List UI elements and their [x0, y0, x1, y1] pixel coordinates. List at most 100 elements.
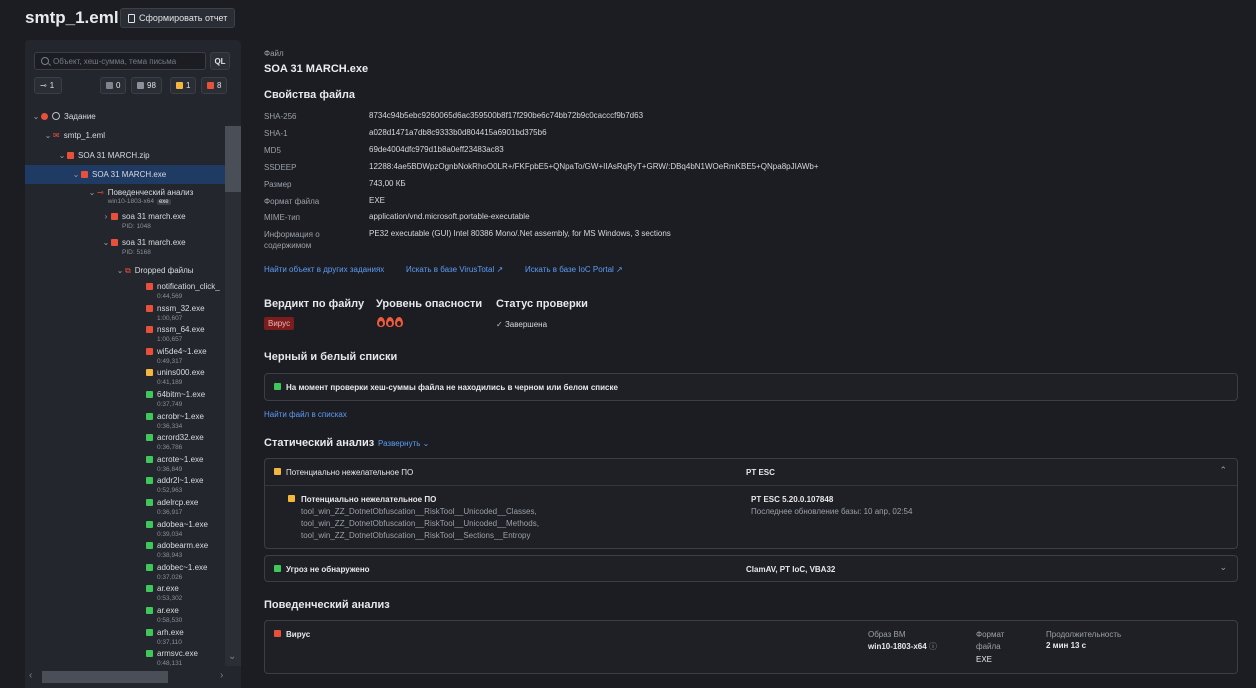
file-name: nssm_64.exe: [157, 325, 205, 335]
duration-value: 2 мин 13 с: [1046, 641, 1087, 650]
file-name: addr2l~1.exe: [157, 476, 204, 486]
static-result-clean[interactable]: Угроз не обнаружено ClamAV, PT IoC, VBA3…: [264, 555, 1238, 582]
danger-level-indicator: [377, 317, 403, 327]
chevron-down-icon[interactable]: ⌄: [101, 238, 111, 247]
red-square-icon: [67, 152, 74, 159]
counter-dangerous[interactable]: 8: [201, 77, 228, 94]
gray-square-icon: [106, 82, 113, 89]
file-name: ar.exe: [157, 606, 179, 615]
behavior-result[interactable]: Вирус Образ ВМ win10-1803-x64 ⓘ Формат ф…: [264, 620, 1238, 674]
expand-link[interactable]: Развернуть ⌄: [378, 439, 429, 448]
chevron-down-icon[interactable]: ⌄: [71, 170, 81, 179]
file-status-icon: [146, 434, 153, 442]
tree-item-process-2[interactable]: ⌄ soa 31 march.exe PID: 5168: [101, 238, 241, 256]
file-status-icon: [146, 412, 153, 420]
file-name: acrote~1.exe: [157, 454, 204, 464]
document-icon: [128, 13, 135, 23]
chevron-right-icon[interactable]: ›: [101, 212, 111, 221]
file-details: Файл SOA 31 MARCH.exe Свойства файла SHA…: [264, 0, 1239, 688]
file-time: 0:38,943: [157, 552, 183, 560]
chevron-down-icon[interactable]: ⌄: [57, 151, 67, 160]
file-name: adelrcp.exe: [157, 498, 199, 507]
property-value: PE32 executable (GUI) Intel 80386 Mono/.…: [369, 229, 671, 238]
file-time: 0:36,849: [157, 465, 183, 473]
file-label: Файл: [264, 49, 284, 58]
chevron-down-icon[interactable]: ⌄: [115, 266, 125, 275]
scrollbar-thumb[interactable]: [225, 126, 241, 192]
property-value: a028d1471a7db8c9333b0d804415a6901bd375b6: [369, 128, 547, 137]
ioc-portal-link[interactable]: Искать в базе IoC Portal ↗: [525, 265, 623, 274]
verdict-badge: Вирус: [264, 317, 295, 330]
chevron-down-icon[interactable]: ⌄: [87, 188, 97, 197]
file-time: 1:00,657: [157, 336, 183, 344]
property-key: SHA-256: [264, 112, 297, 121]
tree-horizontal-scrollbar[interactable]: ‹ ›: [25, 666, 241, 688]
chevron-down-icon[interactable]: ⌄: [31, 112, 41, 121]
file-status-icon: [146, 650, 153, 658]
chevron-down-icon[interactable]: ⌄: [228, 651, 236, 662]
find-in-lists-link[interactable]: Найти файл в списках: [264, 410, 347, 419]
generate-report-button[interactable]: Сформировать отчет: [120, 8, 236, 28]
property-value: 8734c94b5ebc9260065d6ac359500b8f17f290be…: [369, 111, 644, 120]
file-status-icon: [146, 369, 153, 377]
chevron-down-icon[interactable]: ⌄: [43, 131, 53, 140]
info-icon[interactable]: ⓘ: [929, 642, 937, 651]
red-dot-icon: [41, 113, 48, 120]
check-status-title: Статус проверки: [496, 298, 588, 310]
tree-item-dropped[interactable]: ⌄ ⧉ Dropped файлы: [115, 266, 241, 276]
static-result-pua[interactable]: Потенциально нежелательное ПО PT ESC ⌃ П…: [264, 458, 1238, 549]
exe-badge: exe: [156, 198, 171, 205]
tree-icon: ⊸: [40, 81, 47, 90]
property-key: SHA-1: [264, 129, 288, 138]
chevron-left-icon[interactable]: ‹: [29, 670, 32, 681]
red-square-icon: [81, 171, 88, 178]
tree-item-zip[interactable]: ⌄ SOA 31 MARCH.zip: [57, 151, 241, 160]
property-value: 12288:4ae5BDWpzOgnbNokRhoO0LR+/FKFpbE5+Q…: [369, 162, 819, 171]
ql-button[interactable]: QL: [210, 52, 230, 70]
vm-label: Образ ВМ: [868, 630, 906, 639]
counter-suspicious[interactable]: 1: [170, 77, 197, 94]
file-status-icon: [146, 499, 153, 506]
tree-vertical-scrollbar[interactable]: ⌄: [225, 126, 241, 666]
tree-item-process-1[interactable]: › soa 31 march.exe PID: 1048: [101, 212, 241, 230]
file-time: 0:37,110: [157, 638, 182, 646]
counter-unknown[interactable]: 0: [100, 77, 127, 94]
virustotal-link[interactable]: Искать в базе VirusTotal ↗: [406, 265, 503, 274]
red-square-icon: [207, 82, 214, 89]
tree-item-email[interactable]: ⌄ ✉ smtp_1.eml: [43, 131, 241, 140]
file-time: 0:36,786: [157, 444, 183, 452]
find-in-other-tasks-link[interactable]: Найти объект в других заданиях: [264, 265, 384, 274]
clean-title: Угроз не обнаружено: [286, 565, 370, 574]
file-status-icon: [146, 607, 153, 614]
process-tree-icon: ⊸: [97, 188, 104, 197]
tree-item-behavior[interactable]: ⌄ ⊸ Поведенческий анализ win10-1803-x64 …: [87, 188, 241, 205]
file-status-icon: [146, 347, 153, 355]
circle-icon: [52, 112, 60, 120]
verdict-title: Вердикт по файлу: [264, 298, 365, 310]
tree-view-counter[interactable]: ⊸ 1: [34, 77, 62, 94]
file-status-icon: [146, 542, 153, 550]
black-white-list-title: Черный и белый списки: [264, 351, 398, 363]
file-status-icon: [146, 304, 153, 312]
external-link-icon: ↗: [616, 265, 623, 274]
chevron-down-icon[interactable]: ⌄: [1219, 562, 1227, 573]
property-key: SSDEEP: [264, 163, 297, 172]
chevron-right-icon[interactable]: ›: [220, 670, 223, 681]
danger-level-title: Уровень опасности: [376, 298, 483, 310]
tree-item-exe-selected[interactable]: ⌄ SOA 31 MARCH.exe: [25, 165, 225, 184]
red-square-icon: [274, 630, 281, 637]
chevron-up-icon[interactable]: ⌃: [1219, 465, 1227, 476]
property-value: 69de4004dfc979d1b8a0eff23483ac83: [369, 145, 504, 154]
file-properties-title: Свойства файла: [264, 89, 355, 101]
tree-item-task[interactable]: ⌄ Задание: [31, 112, 231, 121]
file-time: 0:41,189: [157, 379, 183, 387]
counter-clean[interactable]: 98: [131, 77, 162, 94]
property-key: MIME-тип: [264, 213, 301, 222]
object-tree: ⌄ Задание ⌄ ✉ smtp_1.eml ⌄ SOA 31 MARCH.…: [25, 104, 241, 666]
pua-db-update: Последнее обновление базы: 10 апр, 02:54: [751, 507, 913, 516]
search-icon: [41, 57, 49, 65]
search-box[interactable]: [34, 52, 206, 70]
search-input[interactable]: [53, 56, 203, 66]
scrollbar-thumb[interactable]: [42, 671, 168, 683]
flame-icon: [386, 317, 394, 327]
